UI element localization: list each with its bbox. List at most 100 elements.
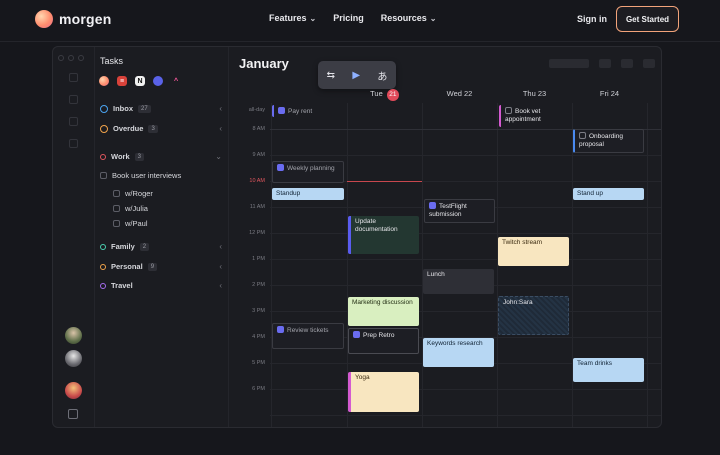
task-list-work[interactable]: Work 3 ⌄ — [100, 152, 222, 161]
event-book-vet[interactable]: Book vet appointment — [499, 105, 571, 127]
chevron-left-icon: ‹ — [219, 242, 222, 251]
day-name: Tue — [370, 89, 383, 98]
chevron-left-icon: ‹ — [219, 104, 222, 113]
checkbox-icon[interactable] — [278, 107, 285, 114]
event-marketing-discussion[interactable]: Marketing discussion — [348, 297, 419, 326]
checkbox-icon[interactable] — [353, 331, 360, 338]
count-badge: 9 — [147, 262, 158, 271]
avatar[interactable] — [65, 327, 82, 344]
event-twitch-stream[interactable]: Twitch stream — [498, 237, 569, 266]
chevron-down-icon: ⌄ — [309, 13, 317, 23]
settings-icon[interactable] — [69, 139, 78, 148]
checkbox-icon[interactable] — [113, 190, 120, 197]
video-icon[interactable]: ▶ — [352, 70, 360, 81]
day-header-thu[interactable]: Thu 23 — [497, 89, 572, 98]
translate-icon[interactable]: あ — [377, 68, 387, 83]
list-dot-icon — [100, 263, 106, 270]
task-list-inbox[interactable]: Inbox 27 ‹ — [100, 104, 222, 113]
todoist-icon[interactable]: ≡ — [117, 76, 127, 86]
event-title: Review tickets — [287, 327, 329, 334]
sign-in-link[interactable]: Sign in — [577, 14, 607, 24]
task-list-personal[interactable]: Personal 9 ‹ — [100, 262, 222, 271]
task-subitem[interactable]: w/Paul — [113, 219, 222, 228]
window-controls — [58, 55, 84, 61]
calendar-icon[interactable] — [68, 409, 78, 419]
event-update-documentation[interactable]: Update documentation — [348, 216, 419, 254]
avatar[interactable] — [65, 350, 82, 367]
nav-link-resources[interactable]: Resources ⌄ — [381, 13, 437, 23]
day-header-wed[interactable]: Wed 22 — [422, 89, 497, 98]
nav-next-icon[interactable] — [621, 59, 633, 68]
checkbox-icon[interactable] — [113, 220, 120, 227]
calendar-icon[interactable] — [69, 117, 78, 126]
settings-icon[interactable] — [643, 59, 655, 68]
task-subitem[interactable]: w/Roger — [113, 189, 222, 198]
checkbox-icon[interactable] — [505, 107, 512, 114]
tasks-panel: Tasks ≡ N ^ Inbox 27 ‹ Overdue 3 ‹ Work … — [95, 47, 229, 427]
get-started-button[interactable]: Get Started — [616, 6, 679, 32]
morgen-icon[interactable] — [99, 76, 109, 86]
checkbox-icon[interactable] — [277, 326, 284, 333]
view-switcher[interactable] — [549, 59, 589, 68]
grid-line — [422, 103, 423, 427]
event-keywords-research[interactable]: Keywords research — [423, 338, 494, 367]
checkbox-icon[interactable] — [100, 172, 107, 179]
task-subitem[interactable]: w/Julia — [113, 204, 222, 213]
event-standup[interactable]: Standup — [272, 188, 344, 200]
clickup-icon[interactable]: ^ — [171, 76, 181, 86]
task-providers: ≡ N ^ — [99, 76, 181, 86]
layers-icon[interactable] — [69, 95, 78, 104]
event-review-tickets[interactable]: Review tickets — [272, 323, 344, 349]
list-dot-icon — [100, 243, 106, 250]
event-team-drinks[interactable]: Team drinks — [573, 358, 644, 382]
check-icon[interactable] — [69, 73, 78, 82]
grid-line — [647, 103, 648, 427]
task-list-label: Family — [111, 242, 135, 251]
event-lunch[interactable]: Lunch — [423, 269, 494, 294]
current-time-line — [347, 181, 422, 182]
hour-label: 6 PM — [252, 386, 265, 392]
window-dot-icon[interactable] — [68, 55, 74, 61]
linear-icon[interactable] — [153, 76, 163, 86]
event-onboarding-proposal[interactable]: Onboarding proposal — [573, 129, 644, 153]
avatar[interactable] — [65, 382, 82, 399]
notion-icon[interactable]: N — [135, 76, 145, 86]
hour-label: 12 PM — [249, 230, 265, 236]
checkbox-icon[interactable] — [277, 164, 284, 171]
count-badge: 3 — [148, 124, 158, 133]
event-yoga[interactable]: Yoga — [348, 372, 419, 412]
grid-line — [270, 389, 661, 390]
nav-link-pricing[interactable]: Pricing — [333, 13, 364, 23]
checkbox-icon[interactable] — [429, 202, 436, 209]
checkbox-icon[interactable] — [579, 132, 586, 139]
tasks-title: Tasks — [100, 56, 124, 66]
checkbox-icon[interactable] — [113, 205, 120, 212]
grid-line — [271, 103, 272, 427]
nav-prev-icon[interactable] — [599, 59, 611, 68]
day-header-tue[interactable]: Tue 21 — [347, 89, 422, 101]
event-weekly-planning[interactable]: Weekly planning — [272, 161, 344, 183]
task-list-overdue[interactable]: Overdue 3 ‹ — [100, 124, 222, 133]
window-dot-icon[interactable] — [58, 55, 64, 61]
left-rail — [53, 47, 95, 427]
event-john-sara[interactable]: John:Sara — [498, 296, 569, 335]
brand-logo[interactable]: morgen — [35, 10, 112, 28]
window-dot-icon[interactable] — [78, 55, 84, 61]
task-list-family[interactable]: Family 2 ‹ — [100, 242, 222, 251]
hour-label: all-day — [248, 107, 265, 113]
event-stand-up[interactable]: Stand up — [573, 188, 644, 200]
hour-label: 9 AM — [252, 152, 265, 158]
event-prep-retro[interactable]: Prep Retro — [348, 328, 419, 354]
inbox-icon — [100, 104, 108, 113]
nav-links: Features ⌄ Pricing Resources ⌄ — [269, 13, 453, 23]
day-header-fri[interactable]: Fri 24 — [572, 89, 647, 98]
clock-icon — [100, 124, 108, 133]
nav-link-label: Features — [269, 13, 307, 23]
event-testflight[interactable]: TestFlight submission — [424, 199, 495, 223]
task-list-travel[interactable]: Travel ‹ — [100, 281, 222, 290]
count-badge: 2 — [139, 242, 150, 251]
nav-link-features[interactable]: Features ⌄ — [269, 13, 316, 23]
task-item[interactable]: Book user interviews — [100, 171, 222, 180]
event-pay-rent[interactable]: Pay rent — [272, 105, 346, 117]
sync-icon[interactable]: ⇆ — [327, 70, 335, 81]
